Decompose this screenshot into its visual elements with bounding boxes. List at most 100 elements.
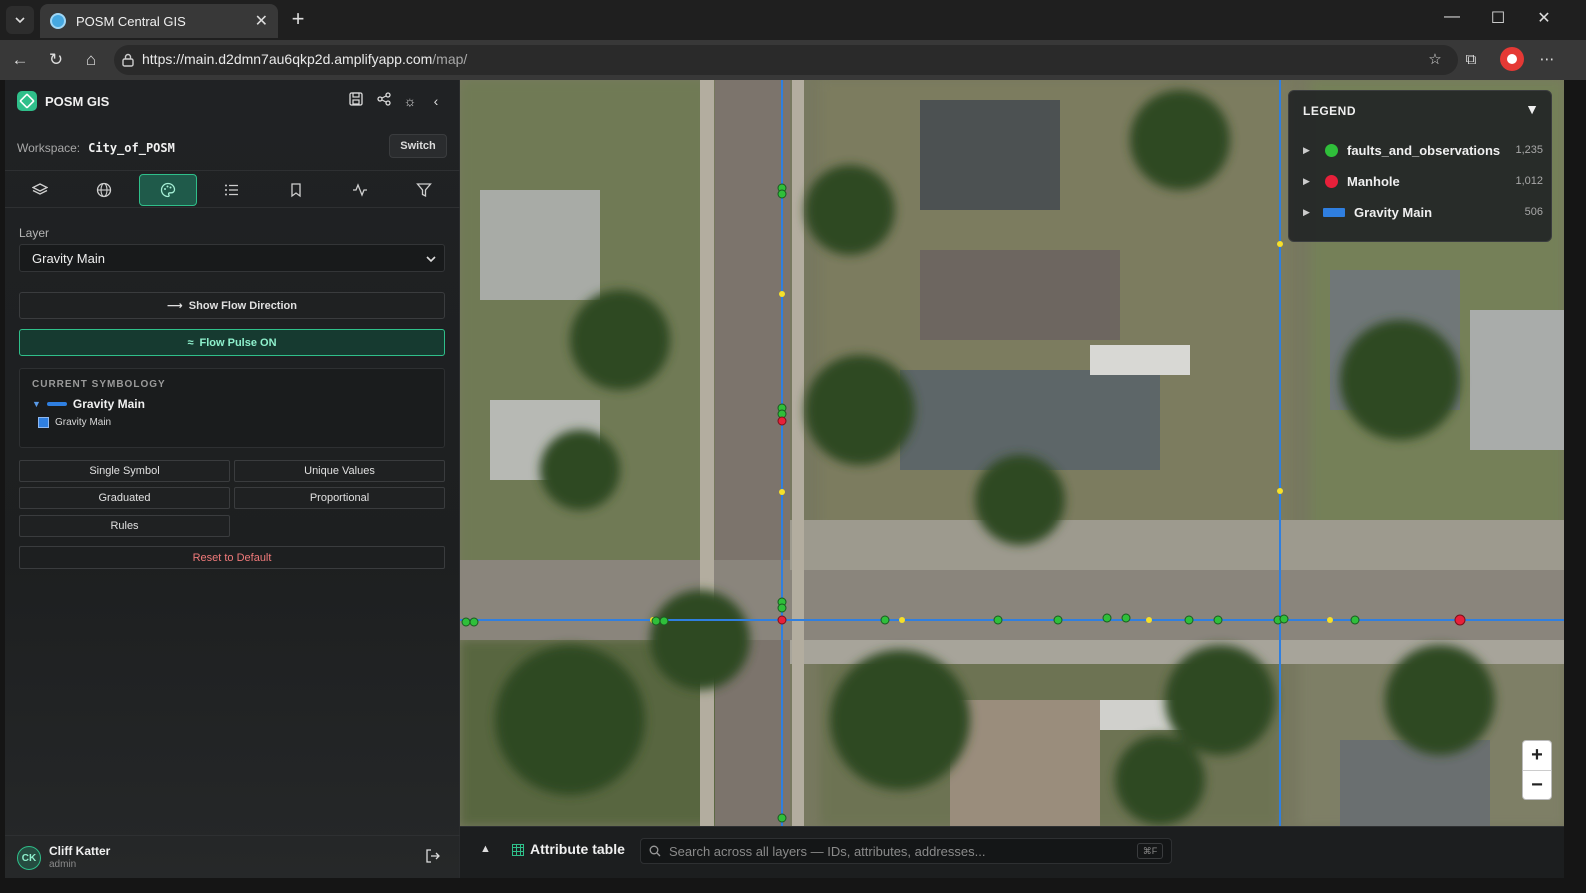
symbology-title: CURRENT SYMBOLOGY [32,379,166,390]
line-swatch [46,402,67,406]
user-name: Cliff Katter [49,844,111,858]
tab-activity[interactable] [331,174,389,206]
url-path: /map/ [432,51,468,67]
palette-icon [160,182,176,198]
line-swatch [1323,207,1345,217]
brand-name: POSM GIS [45,93,110,109]
switch-workspace-button[interactable]: Switch [389,134,447,158]
legend-item-count: 1,012 [1515,175,1543,187]
map-canvas[interactable]: LEGEND ▼ ▶ faults_and_observations 1,235… [460,80,1564,826]
legend-collapse-icon[interactable]: ▼ [1525,101,1539,117]
proportional-button[interactable]: Proportional [234,487,445,509]
tab-basemap[interactable] [75,174,133,206]
zoom-control: + − [1522,740,1552,800]
expand-triangle-icon: ▶ [1303,206,1310,217]
activity-icon [353,183,367,197]
bookmark-icon [291,183,301,198]
address-bar-row: ← ↻ ⌂ https://main.d2dmn7au6qkp2d.amplif… [0,40,1586,80]
legend-item-gravity-main[interactable]: ▶ Gravity Main 506 [1303,202,1543,222]
tab-list-button[interactable] [6,6,34,34]
legend-item-count: 1,235 [1515,144,1543,156]
point-swatch [1325,143,1338,157]
legend-item-manhole[interactable]: ▶ Manhole 1,012 [1303,171,1543,191]
symbology-item: Gravity Main [38,417,111,428]
app: POSM GIS ☼ ‹ Workspace: City_of_POSM Swi… [0,80,1586,893]
tab-title: POSM Central GIS [76,13,186,29]
arrow-right-icon: ⟶ [167,300,183,312]
close-tab-icon[interactable]: ✕ [255,11,268,31]
expand-triangle-icon: ▶ [1303,144,1310,155]
url-host: https://main.d2dmn7au6qkp2d.amplifyapp.c… [142,51,433,67]
profile-avatar[interactable] [1500,47,1524,71]
show-flow-direction-button[interactable]: ⟶ Show Flow Direction [19,292,445,319]
save-icon[interactable] [345,90,367,112]
expand-up-icon[interactable]: ▲ [480,843,491,855]
share-icon[interactable] [373,90,395,112]
legend-item-name: Gravity Main [1354,204,1433,220]
browser-window: POSM Central GIS ✕ + — ☐ ✕ ← ↻ ⌂ https:/… [0,0,1586,893]
tab-bookmarks[interactable] [267,174,325,206]
workspace-label: Workspace: [17,141,81,155]
filter-icon [416,183,432,198]
symbology-item-name: Gravity Main [55,417,112,428]
collapse-sidebar-icon[interactable]: ‹ [425,90,447,112]
layer-label: Layer [19,226,50,240]
tab-filter[interactable] [395,174,453,206]
point-swatch [1325,174,1338,188]
global-search-input[interactable] [669,843,1137,859]
globe-icon [96,182,112,198]
color-swatch[interactable] [38,417,49,428]
browser-tab[interactable]: POSM Central GIS ✕ [40,4,278,38]
flow-pulse-label: Flow Pulse ON [199,336,277,349]
layer-select[interactable]: Gravity Main [19,244,445,272]
reload-icon[interactable]: ↻ [45,49,67,71]
lock-icon [122,53,134,67]
layers-icon [32,183,48,195]
url-bar[interactable]: https://main.d2dmn7au6qkp2d.amplifyapp.c… [114,45,1458,75]
zoom-in-button[interactable]: + [1523,741,1551,770]
reset-to-default-button[interactable]: Reset to Default [19,546,445,569]
flow-pulse-button[interactable]: ≈ Flow Pulse ON [19,329,445,356]
symbology-group-name: Gravity Main [72,397,145,411]
logo-icon [17,91,37,111]
user-panel: CK Cliff Katter admin [5,835,460,878]
tab-list[interactable] [203,174,261,206]
user-role: admin [49,859,77,870]
minimize-icon[interactable]: — [1440,8,1464,26]
legend-item-name: faults_and_observations [1347,142,1501,158]
star-icon[interactable]: ☆ [1424,49,1446,71]
graduated-button[interactable]: Graduated [19,487,230,509]
legend-title: LEGEND [1303,104,1357,118]
single-symbol-button[interactable]: Single Symbol [19,460,230,482]
search-icon [649,845,661,857]
tab-symbology[interactable] [139,174,197,206]
close-window-icon[interactable]: ✕ [1532,8,1556,28]
current-symbology-panel: CURRENT SYMBOLOGY ▼ Gravity Main Gravity… [19,368,445,448]
symbology-group[interactable]: ▼ Gravity Main [32,397,145,411]
attribute-table-title[interactable]: Attribute table [530,841,625,857]
back-icon[interactable]: ← [9,49,31,71]
expand-triangle-icon: ▶ [1303,175,1310,186]
rules-button[interactable]: Rules [19,515,230,537]
sidebar-toolbar [5,170,460,208]
tab-strip: POSM Central GIS ✕ + — ☐ ✕ [0,0,1586,40]
list-icon [225,184,238,196]
chevron-down-icon [426,256,436,263]
global-search: ⌘F [640,838,1172,864]
workspace-row: Workspace: City_of_POSM [17,136,447,160]
legend-item-faults[interactable]: ▶ faults_and_observations 1,235 [1303,140,1543,160]
extensions-icon[interactable]: ⧉ [1460,49,1482,71]
maximize-icon[interactable]: ☐ [1486,8,1510,28]
new-tab-button[interactable]: + [286,8,310,32]
home-icon[interactable]: ⌂ [80,49,102,71]
theme-sun-icon[interactable]: ☼ [399,90,421,112]
wave-icon: ≈ [187,336,194,349]
more-icon[interactable]: ⋯ [1536,49,1558,71]
legend-item-count: 506 [1524,206,1543,218]
avatar: CK [17,846,41,870]
table-icon [512,844,524,856]
tab-layers[interactable] [11,174,69,206]
unique-values-button[interactable]: Unique Values [234,460,445,482]
logout-icon[interactable] [423,848,443,868]
zoom-out-button[interactable]: − [1523,770,1551,799]
